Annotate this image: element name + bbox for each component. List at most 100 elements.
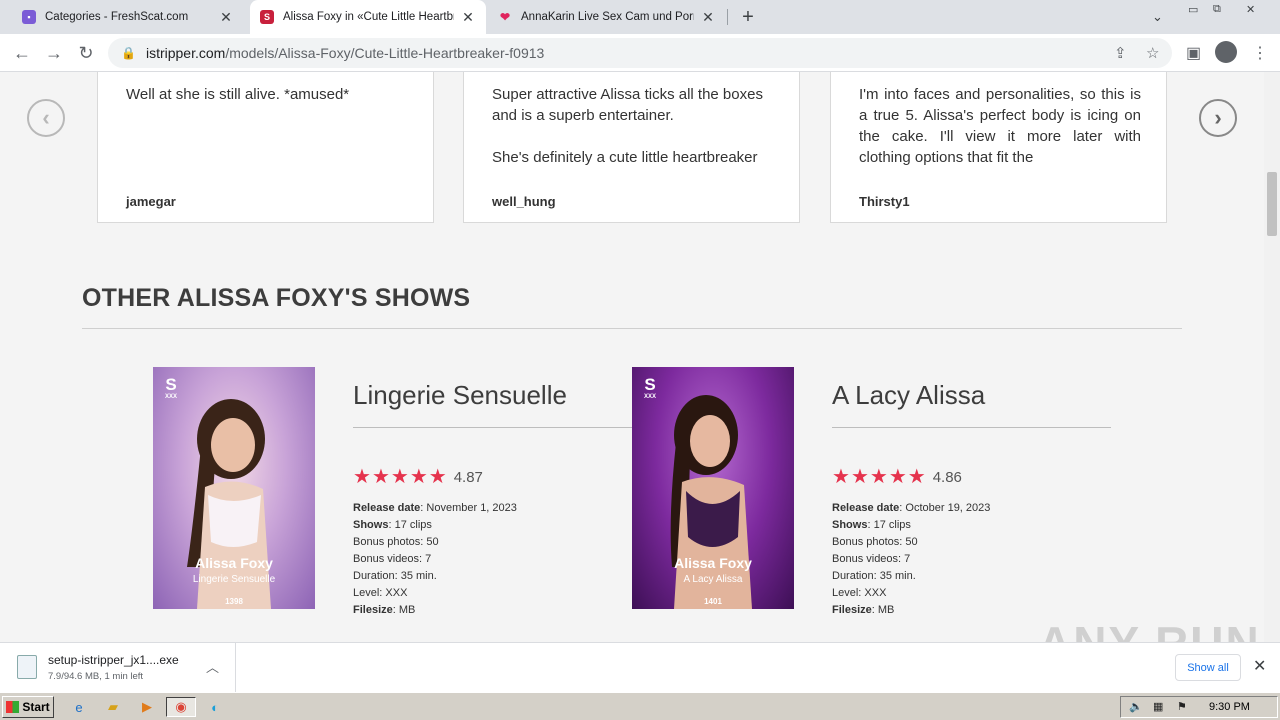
review-text: Super attractive Alissa ticks all the bo… [492, 84, 774, 168]
back-arrow-icon[interactable]: ← [10, 41, 34, 65]
windows-flag-icon [6, 701, 20, 713]
star-icon: ★ [428, 466, 447, 488]
flag-notification-icon[interactable]: ⚑ [1177, 700, 1187, 713]
chevron-left-icon[interactable]: ‹ [27, 99, 65, 137]
tab-separator [727, 9, 728, 25]
chevron-up-icon[interactable]: ︿ [206, 657, 219, 676]
star-icon: ★ [832, 466, 850, 488]
system-tray: 🔈 ▦ ⚑ 9:30 PM [1120, 696, 1278, 718]
meta-bonus-videos: Bonus videos: 7 [832, 553, 911, 565]
profile-avatar[interactable] [1215, 41, 1237, 63]
tab-istripper[interactable]: S Alissa Foxy in «Cute Little Heartbreak… [250, 0, 486, 34]
close-tab-icon[interactable]: ✕ [460, 9, 476, 25]
show-divider [832, 427, 1111, 428]
review-paragraph: Well at she is still alive. *amused* [126, 86, 350, 103]
page-content: ‹ › Well at she is still alive. *amused*… [0, 72, 1280, 642]
meta-duration: Duration: 35 min. [832, 570, 916, 582]
meta-level: Level: XXX [832, 587, 887, 599]
close-window-button[interactable]: ✕ [1246, 3, 1255, 16]
review-paragraph: I'm into faces and personalities, so thi… [859, 86, 1141, 166]
show-poster[interactable]: S XXX Alissa Foxy A Lacy Alissa 1401 [632, 367, 794, 609]
close-tab-icon[interactable]: ✕ [218, 9, 234, 25]
bookmark-star-icon[interactable]: ☆ [1146, 44, 1159, 62]
tab-search-chevron-icon[interactable]: ⌄ [1152, 9, 1163, 25]
folder-icon[interactable]: ▰ [102, 697, 124, 717]
show-title[interactable]: Lingerie Sensuelle [353, 380, 567, 411]
close-icon[interactable]: ✕ [1253, 656, 1266, 676]
poster-show-name: A Lacy Alissa [683, 574, 743, 585]
menu-kebab-icon[interactable]: ⋮ [1252, 43, 1268, 63]
page-scrollbar[interactable] [1264, 72, 1280, 642]
pink-lips-icon: ❤ [499, 10, 511, 24]
star-icon: ★ [869, 466, 888, 488]
taskbar: Start e ▰ ▶ ◉ ◐ 🔈 ▦ ⚑ 9:30 PM [0, 692, 1280, 720]
poster-number: 1398 [225, 597, 243, 606]
review-text: Well at she is still alive. *amused* [126, 84, 408, 168]
media-player-icon[interactable]: ▶ [136, 697, 158, 717]
show-title[interactable]: A Lacy Alissa [832, 380, 985, 411]
review-author[interactable]: jamegar [126, 194, 176, 209]
rating-stars: ★ ★ ★ ★ ★ 4.86 [832, 467, 962, 487]
ie-icon[interactable]: e [68, 697, 90, 717]
minimize-button[interactable]: ▭ [1188, 3, 1198, 16]
new-tab-button[interactable]: + [736, 5, 760, 29]
url-path: /models/Alissa-Foxy/Cute-Little-Heartbre… [225, 45, 545, 61]
show-poster[interactable]: S XXX Alissa Foxy Lingerie Sensuelle 1398 [153, 367, 315, 609]
model-figure-image [187, 399, 271, 609]
tab-freshscat[interactable]: ▪ Categories - FreshScat.com ✕ [8, 0, 244, 34]
address-bar[interactable]: 🔒 istripper.com/models/Alissa-Foxy/Cute-… [108, 38, 1172, 68]
review-card: Well at she is still alive. *amused* jam… [97, 72, 434, 223]
review-author[interactable]: Thirsty1 [859, 194, 910, 209]
tab-title: Alissa Foxy in «Cute Little Heartbreaker… [283, 11, 454, 23]
installer-file-icon [17, 655, 37, 679]
tab-annakarin[interactable]: ❤ AnnaKarin Live Sex Cam und Porno Chat … [490, 0, 726, 34]
istripper-logo: S XXX [643, 375, 656, 400]
review-card: I'm into faces and personalities, so thi… [830, 72, 1167, 223]
show-meta: Release date: October 19, 2023 Shows: 17… [832, 500, 990, 619]
star-icon: ★ [390, 466, 409, 488]
meta-filesize: Filesize: MB [353, 604, 416, 616]
star-icon: ★ [409, 466, 428, 488]
forward-arrow-icon[interactable]: → [42, 41, 66, 65]
meta-release: Release date: November 1, 2023 [353, 502, 517, 514]
meta-duration: Duration: 35 min. [353, 570, 437, 582]
chevron-right-icon[interactable]: › [1199, 99, 1237, 137]
download-item[interactable]: setup-istripper_jx1....exe 7.9/94.6 MB, … [0, 643, 236, 693]
network-icon[interactable]: ▦ [1153, 700, 1163, 713]
close-tab-icon[interactable]: ✕ [700, 9, 716, 25]
restore-button[interactable]: ⧉ [1213, 3, 1221, 16]
scrollbar-thumb[interactable] [1267, 172, 1277, 236]
volume-icon[interactable]: 🔈 [1129, 700, 1143, 713]
chrome-icon[interactable]: ◉ [166, 697, 196, 717]
meta-bonus-videos: Bonus videos: 7 [353, 553, 432, 565]
download-filename: setup-istripper_jx1....exe [48, 653, 179, 667]
reload-icon[interactable]: ↻ [74, 41, 98, 65]
poster-number: 1401 [704, 597, 722, 606]
show-meta: Release date: November 1, 2023 Shows: 17… [353, 500, 517, 619]
tab-title: Categories - FreshScat.com [45, 11, 189, 23]
lock-icon: 🔒 [121, 46, 136, 60]
star-icon: ★ [907, 466, 926, 488]
url-host: istripper.com [145, 45, 226, 61]
edge-icon[interactable]: ◐ [204, 697, 226, 717]
rating-stars: ★ ★ ★ ★ ★ 4.87 [353, 467, 483, 487]
show-all-button[interactable]: Show all [1175, 654, 1241, 681]
meta-shows: Shows: 17 clips [353, 519, 432, 531]
show-divider [353, 427, 632, 428]
star-icon: ★ [371, 466, 390, 488]
section-title: OTHER ALISSA FOXY'S SHOWS [82, 284, 471, 312]
poster-show-name: Lingerie Sensuelle [192, 574, 276, 585]
poster-model-name: Alissa Foxy [195, 555, 273, 571]
section-divider [82, 328, 1182, 329]
istripper-logo: S XXX [164, 375, 177, 400]
share-icon[interactable]: ⇪ [1114, 44, 1127, 62]
review-author[interactable]: well_hung [492, 194, 556, 209]
tab-strip: ▪ Categories - FreshScat.com ✕ S Alissa … [0, 0, 1280, 34]
rating-value: 4.87 [453, 468, 483, 486]
star-icon: ★ [850, 466, 869, 488]
meta-release: Release date: October 19, 2023 [832, 502, 991, 514]
star-icon: ★ [888, 466, 907, 488]
purple-page-icon: ▪ [22, 10, 36, 24]
start-button[interactable]: Start [2, 696, 54, 718]
side-panel-icon[interactable]: ▣ [1186, 43, 1201, 63]
